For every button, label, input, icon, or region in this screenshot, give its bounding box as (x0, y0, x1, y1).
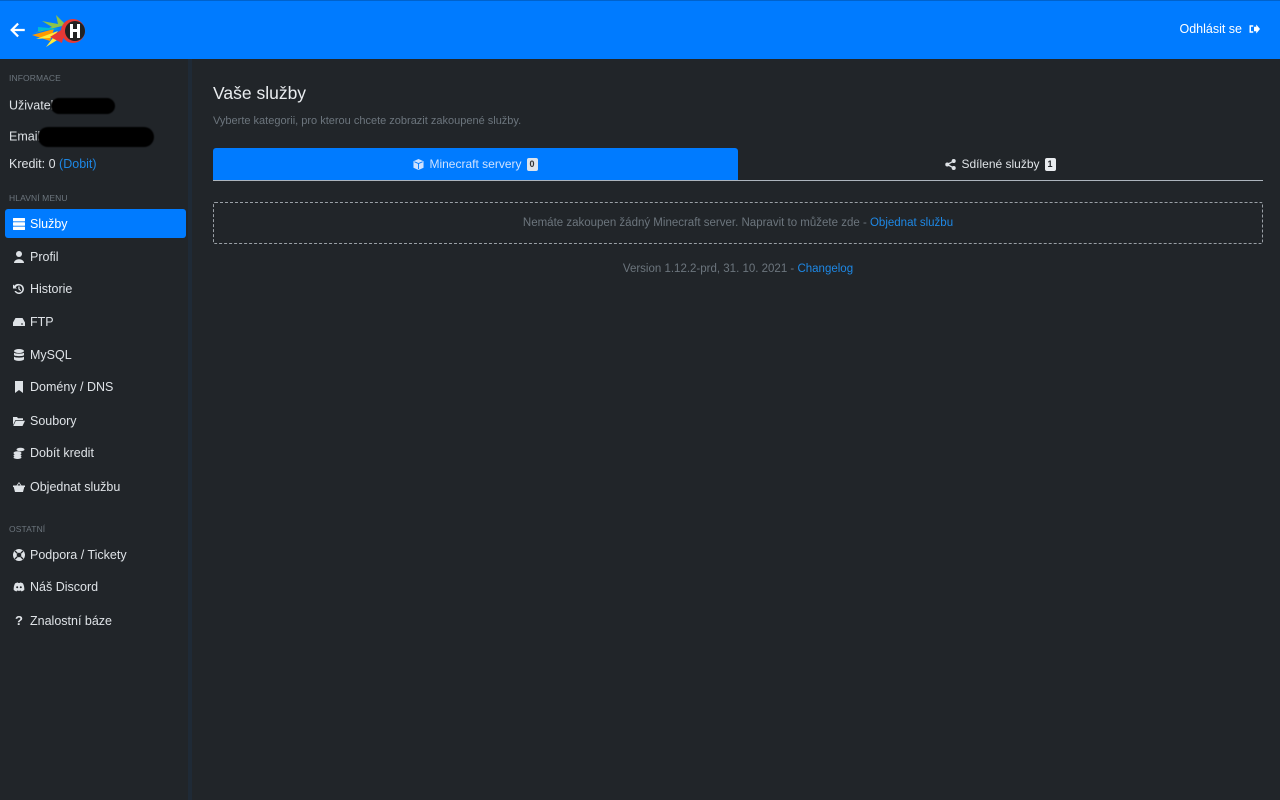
database-icon (13, 348, 25, 361)
tab-count-badge: 1 (1044, 157, 1056, 171)
email-info: Email (0, 127, 155, 147)
section-heading-info: INFORMACE (9, 73, 61, 83)
cube-icon (413, 158, 425, 170)
basket-icon (13, 481, 25, 493)
page-title: Vaše služby (213, 83, 307, 103)
order-service-link[interactable]: Objednat službu (870, 217, 953, 229)
tab-minecraft-servers[interactable]: Minecraft servery 0 (213, 148, 738, 180)
sidebar-item-mysql[interactable]: MySQL (5, 340, 186, 369)
logo[interactable] (32, 13, 88, 49)
sidebar-item-ftp[interactable]: FTP (5, 307, 186, 336)
life-ring-icon (13, 548, 25, 561)
logout-button[interactable]: Odhlásit se (1179, 22, 1260, 36)
sidebar-item-profile[interactable]: Profil (5, 242, 186, 271)
sidebar-item-recharge-credit[interactable]: Dobít kredit (5, 438, 186, 467)
sidebar-item-order-service[interactable]: Objednat službu (5, 472, 186, 501)
question-icon: ? (15, 613, 23, 628)
redacted-email (38, 127, 155, 147)
history-icon (13, 283, 25, 295)
tab-shared-services[interactable]: Sdílené služby 1 (738, 148, 1263, 180)
hdd-icon (13, 316, 25, 328)
sign-out-icon (1249, 24, 1260, 34)
section-heading-main-menu: HLAVNÍ MENU (9, 193, 68, 203)
service-tabs: Minecraft servery 0 Sdílené služby 1 (213, 148, 1263, 181)
coins-icon (13, 447, 25, 459)
recharge-credit-link[interactable]: (Dobit) (59, 157, 97, 171)
share-icon (945, 158, 957, 170)
arrow-left-icon[interactable] (9, 20, 27, 40)
folder-open-icon (13, 415, 25, 427)
logout-label: Odhlásit se (1179, 22, 1242, 36)
discord-icon (13, 581, 25, 593)
sidebar-item-domains[interactable]: Domény / DNS (5, 372, 186, 401)
tab-count-badge: 0 (526, 157, 538, 171)
sidebar: INFORMACE Uživatel Email Kredit: 0 (Dobi… (0, 59, 192, 800)
sidebar-item-files[interactable]: Soubory (5, 406, 186, 435)
server-icon (13, 217, 25, 230)
user-icon (13, 250, 25, 263)
section-heading-other: OSTATNÍ (9, 524, 46, 534)
top-navbar: Odhlásit se (0, 0, 1280, 59)
changelog-link[interactable]: Changelog (797, 263, 853, 275)
page-subtitle: Vyberte kategorii, pro kterou chcete zob… (213, 115, 522, 127)
bookmark-icon (13, 380, 25, 393)
sidebar-item-support[interactable]: Podpora / Tickety (5, 540, 186, 569)
sidebar-item-history[interactable]: Historie (5, 274, 186, 303)
version-info: Version 1.12.2-prd, 31. 10. 2021 - Chang… (622, 263, 854, 275)
sidebar-item-knowledge-base[interactable]: ? Znalostní báze (5, 606, 186, 635)
sidebar-item-services[interactable]: Služby (5, 209, 186, 238)
redacted-username (51, 98, 116, 114)
empty-state-message: Nemáte zakoupen žádný Minecraft server. … (213, 202, 1263, 244)
user-info: Uživatel (0, 98, 116, 114)
sidebar-item-discord[interactable]: Náš Discord (5, 572, 186, 601)
credit-info: Kredit: 0 (Dobit) (9, 157, 97, 171)
